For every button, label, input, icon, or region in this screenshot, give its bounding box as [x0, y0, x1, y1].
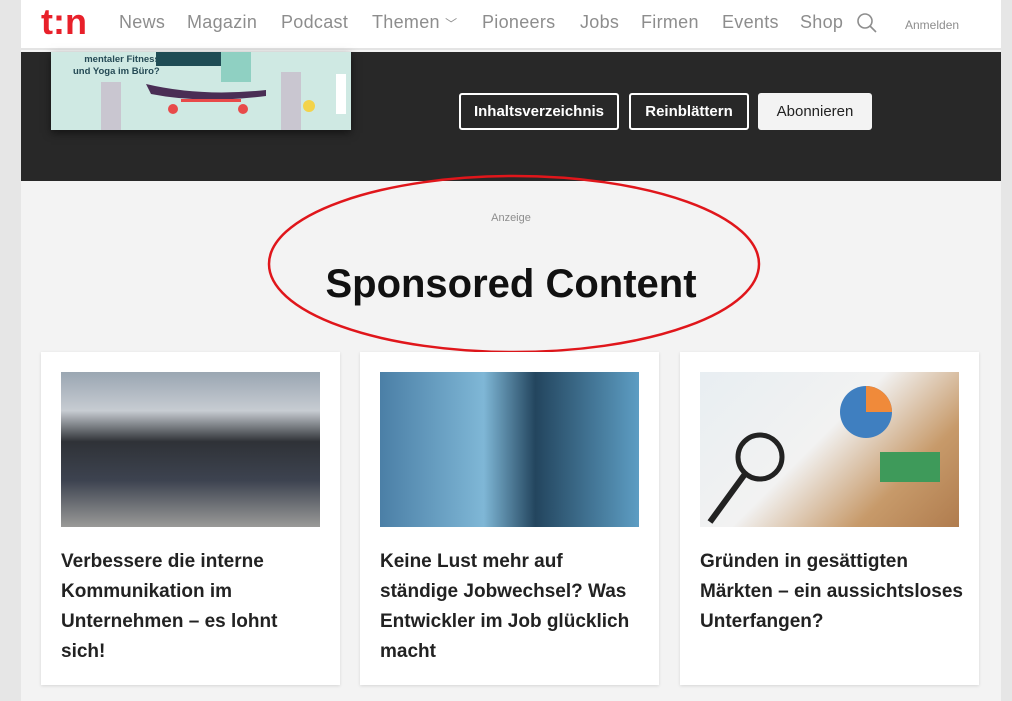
- nav-themen[interactable]: Themen ﹀: [372, 12, 457, 33]
- article-title[interactable]: Verbessere die interne Kommunikation im …: [61, 547, 326, 667]
- article-card[interactable]: Gründen in gesättigten Märkten – ein aus…: [680, 352, 979, 685]
- article-title[interactable]: Gründen in gesättigten Märkten – ein aus…: [700, 547, 965, 637]
- browse-button[interactable]: Reinblättern: [629, 93, 749, 130]
- page: t:n News Magazin Podcast Themen ﹀ Pionee…: [21, 0, 1001, 701]
- magazine-band: mentaler Fitness und Yoga im Büro? Inhal…: [21, 52, 1001, 181]
- nav-pioneers[interactable]: Pioneers: [482, 12, 555, 33]
- team-photo: [61, 372, 320, 527]
- nav-news[interactable]: News: [119, 12, 165, 33]
- article-card[interactable]: Verbessere die interne Kommunikation im …: [41, 352, 340, 685]
- subscribe-button[interactable]: Abonnieren: [758, 93, 872, 130]
- search-icon[interactable]: [856, 12, 878, 34]
- article-card[interactable]: Keine Lust mehr auf ständige Jobwechsel?…: [360, 352, 659, 685]
- developer-photo: [380, 372, 639, 527]
- table-of-contents-button[interactable]: Inhaltsverzeichnis: [459, 93, 619, 130]
- nav-themen-label: Themen: [372, 12, 440, 32]
- charts-illustration: [707, 386, 940, 524]
- nav-magazin[interactable]: Magazin: [187, 12, 257, 33]
- red-annotation-ellipse: [267, 174, 761, 354]
- magazine-cover[interactable]: mentaler Fitness und Yoga im Büro?: [51, 52, 351, 130]
- site-header: t:n News Magazin Podcast Themen ﹀ Pionee…: [21, 0, 1001, 50]
- cover-illustration: [101, 52, 346, 130]
- svg-text:t:n: t:n: [41, 4, 87, 42]
- nav-events[interactable]: Events: [722, 12, 779, 33]
- chevron-down-icon: ﹀: [445, 17, 458, 31]
- charts-photo: [700, 372, 959, 527]
- article-title[interactable]: Keine Lust mehr auf ständige Jobwechsel?…: [380, 547, 645, 667]
- t3n-logo[interactable]: t:n: [41, 4, 103, 42]
- login-link[interactable]: Anmelden: [905, 18, 959, 32]
- nav-podcast[interactable]: Podcast: [281, 12, 348, 33]
- nav-jobs[interactable]: Jobs: [580, 12, 619, 33]
- nav-firmen[interactable]: Firmen: [641, 12, 699, 33]
- nav-shop[interactable]: Shop: [800, 12, 843, 33]
